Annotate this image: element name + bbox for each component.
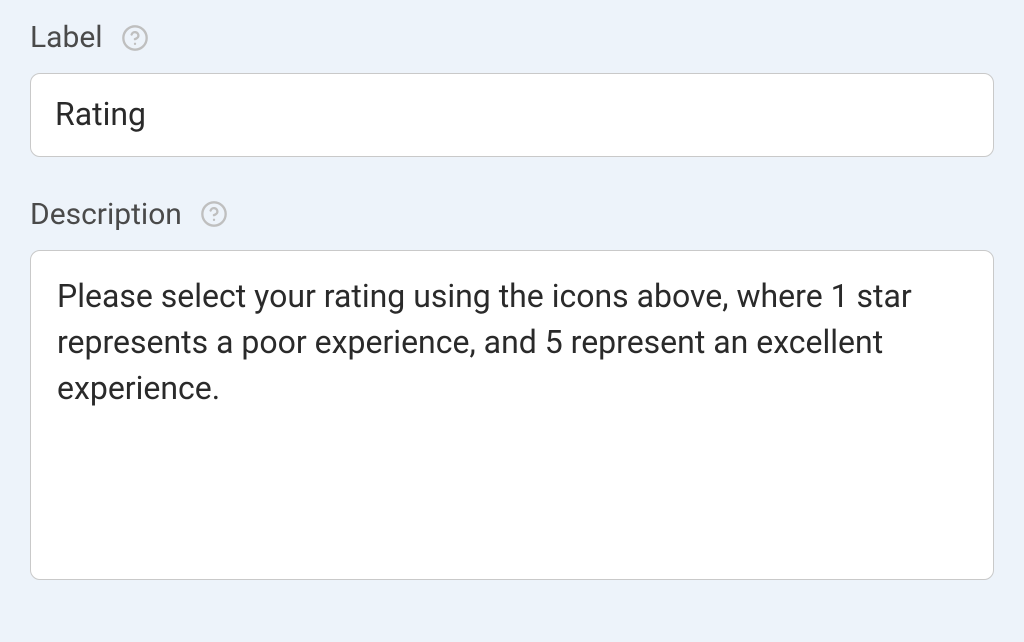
label-field-title: Label [30,20,103,55]
label-field-header: Label [30,20,994,55]
description-field-group: Description Please select your rating us… [30,197,994,584]
description-field-title: Description [30,197,182,232]
help-icon[interactable] [121,24,149,52]
description-field-header: Description [30,197,994,232]
label-input[interactable] [30,73,994,157]
help-icon[interactable] [200,200,228,228]
description-textarea[interactable]: Please select your rating using the icon… [30,250,994,580]
label-field-group: Label [30,20,994,157]
